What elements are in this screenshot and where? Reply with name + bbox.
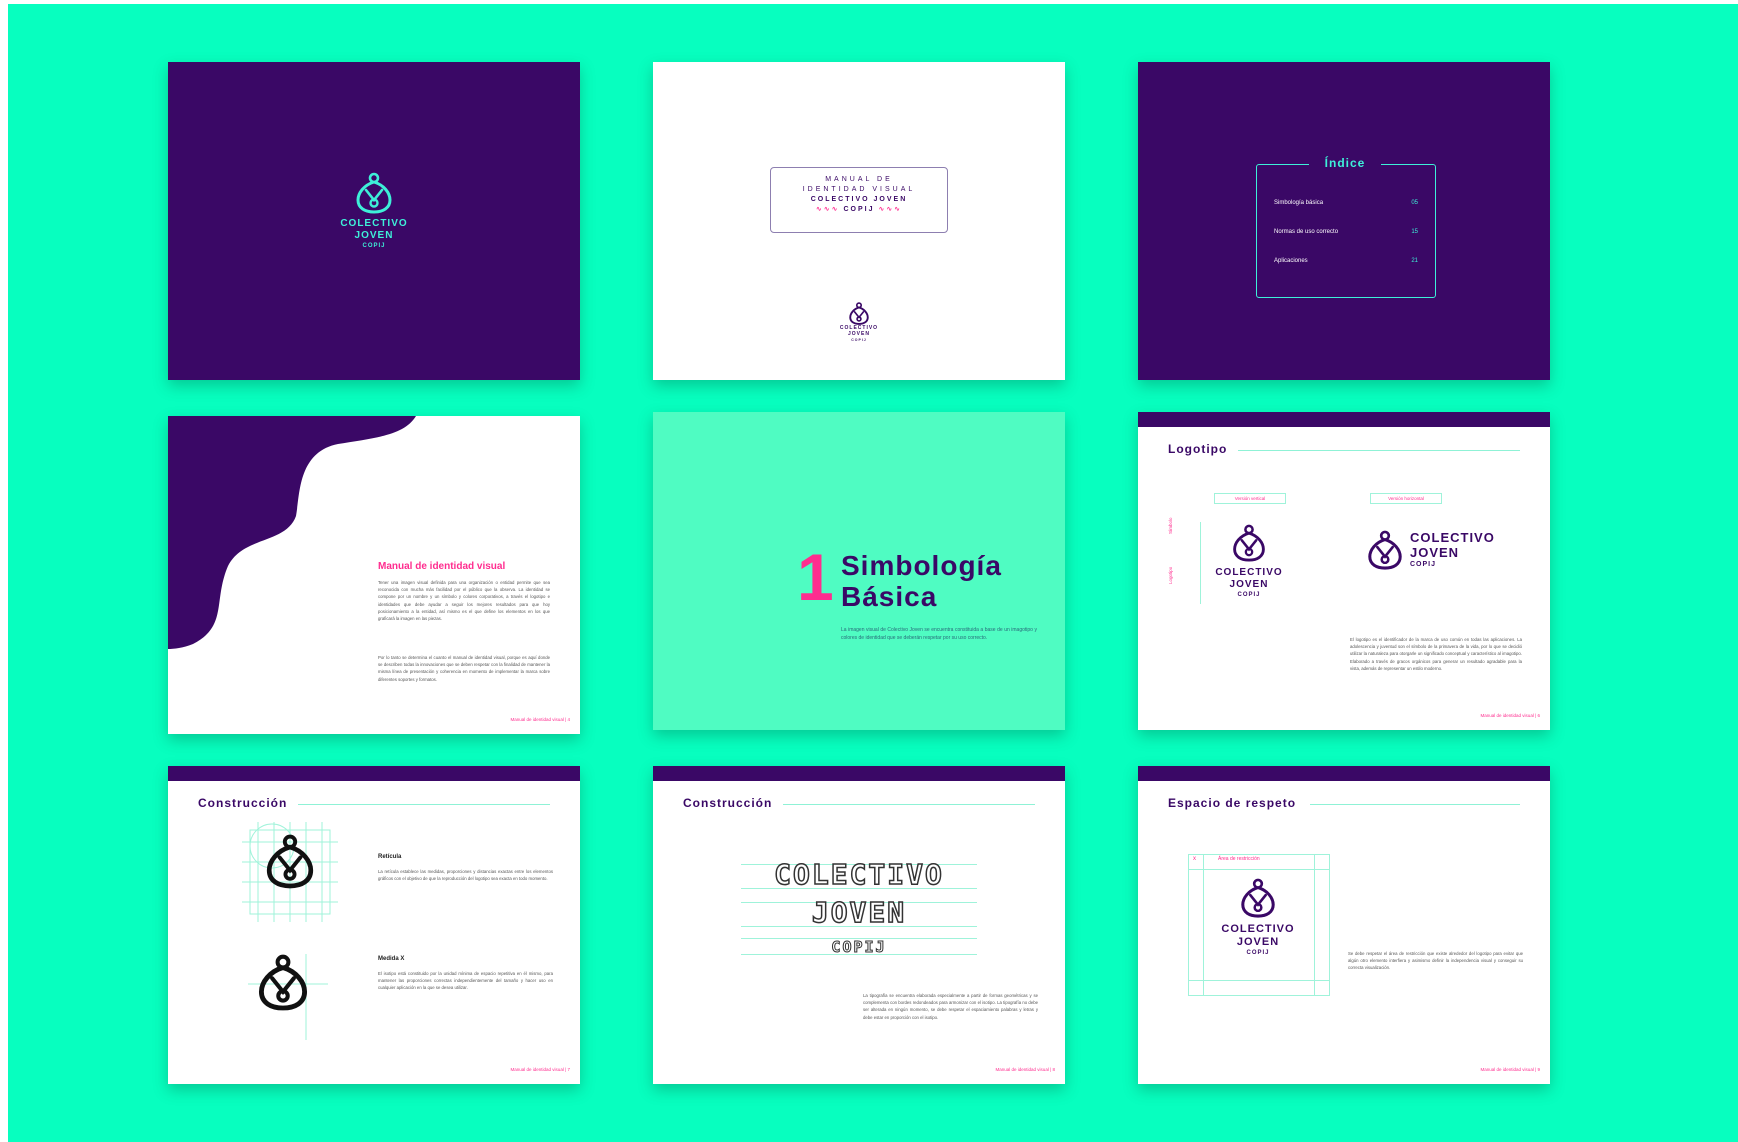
page-footer: Manual de identidad visual | 4 bbox=[510, 717, 570, 722]
section-rule bbox=[298, 804, 550, 805]
section-rule bbox=[1310, 804, 1520, 805]
page-footer: Manual de identidad visual | 8 bbox=[995, 1067, 1055, 1072]
title-line-4: COPIJ bbox=[843, 206, 875, 213]
slide-title: MANUAL DE IDENTIDAD VISUAL COLECTIVO JOV… bbox=[653, 62, 1065, 380]
respeto-body: Se debe respetar el área de restricción … bbox=[1348, 951, 1523, 971]
index-item-page: 21 bbox=[1411, 258, 1418, 264]
title-small-logo: COLECTIVO JOVEN COPIJ bbox=[834, 302, 884, 342]
slide-top-bar bbox=[168, 766, 580, 781]
logo-word-colectivo: COLECTIVO bbox=[1410, 530, 1495, 546]
label-vertical: Versión vertical bbox=[1214, 493, 1286, 504]
logo-word-copij: COPIJ bbox=[1237, 592, 1261, 598]
grid-construction-icon bbox=[242, 822, 338, 922]
logo-word-joven: JOVEN bbox=[354, 229, 394, 241]
drop-figure-icon bbox=[1233, 524, 1265, 562]
reticula-heading: Retícula bbox=[378, 854, 402, 860]
slide-construccion-type: Construcción COLECTIVO JOVEN COPIJ La ti… bbox=[653, 766, 1065, 1084]
page-footer: Manual de identidad visual | 9 bbox=[1480, 1067, 1540, 1072]
logo-horizontal: COLECTIVO JOVEN COPIJ bbox=[1366, 530, 1526, 570]
logo-word-copij: COPIJ bbox=[1246, 950, 1270, 957]
title-line-3: COLECTIVO JOVEN bbox=[810, 196, 908, 203]
intro-paragraph-1: Tener una imagen visual definida para un… bbox=[378, 580, 550, 622]
logotipo-body: El logotipo es el identificador de la ma… bbox=[1350, 637, 1522, 671]
intro-title: Manual de identidad visual bbox=[378, 561, 506, 572]
label-horizontal: Versión horizontal bbox=[1370, 493, 1442, 504]
wave-shape bbox=[168, 416, 416, 649]
chapter-title-1: Simbología bbox=[841, 550, 1002, 581]
logo-word-joven: JOVEN bbox=[1236, 935, 1280, 948]
section-rule bbox=[783, 804, 1035, 805]
reticula-body: La retícula establece las medidas, propo… bbox=[378, 869, 553, 882]
restriction-label: Área de restricción bbox=[1218, 856, 1260, 862]
section-title: Logotipo bbox=[1168, 442, 1228, 456]
page-footer: Manual de identidad visual | 6 bbox=[1480, 713, 1540, 718]
index-item[interactable]: Simbología básica 05 bbox=[1274, 200, 1418, 206]
side-label-symbol: Símbolo bbox=[1168, 517, 1173, 534]
slide-cover: COLECTIVO JOVEN COPIJ bbox=[168, 62, 580, 380]
construccion-type-body: La tipografía se encuentra elaborada esp… bbox=[863, 993, 1038, 1020]
cover-logo: COLECTIVO JOVEN COPIJ bbox=[314, 172, 434, 250]
logo-word-colectivo: COLECTIVO bbox=[1215, 567, 1283, 578]
slide-logotipo: Logotipo Versión vertical Versión horizo… bbox=[1138, 412, 1550, 730]
slide-index: Índice Simbología básica 05 Normas de us… bbox=[1138, 62, 1550, 380]
drop-figure-icon bbox=[1241, 878, 1275, 918]
measure-x-icon bbox=[248, 954, 328, 1040]
slide-top-bar bbox=[653, 766, 1065, 781]
slide-espacio-respeto: Espacio de respeto x Área de restricción… bbox=[1138, 766, 1550, 1084]
side-rule bbox=[1200, 522, 1201, 604]
logo-word-colectivo: COLECTIVO bbox=[340, 218, 408, 229]
section-title: Construcción bbox=[683, 796, 773, 810]
slide-chapter: 1 Simbología Básica La imagen visual de … bbox=[653, 412, 1065, 730]
drop-figure-icon bbox=[1368, 530, 1402, 570]
mockup-background: COLECTIVO JOVEN COPIJ MANUAL DE IDENTIDA… bbox=[8, 4, 1738, 1142]
chapter-body: La imagen visual de Colectivo Joven se e… bbox=[841, 627, 1037, 641]
index-item-page: 15 bbox=[1411, 229, 1418, 235]
slide-intro: Manual de identidad visual Tener una ima… bbox=[168, 416, 580, 734]
slide-top-bar bbox=[1138, 766, 1550, 781]
chapter-title-2: Básica bbox=[841, 581, 938, 612]
wave-left-icon: ∿∿∿ bbox=[815, 206, 840, 213]
section-rule bbox=[1238, 450, 1520, 451]
index-item-page: 05 bbox=[1411, 200, 1418, 206]
logo-word-copij: COPIJ bbox=[362, 243, 386, 249]
logo-word-joven: JOVEN bbox=[1229, 578, 1269, 590]
index-item[interactable]: Normas de uso correcto 15 bbox=[1274, 229, 1418, 235]
title-line-2: IDENTIDAD VISUAL bbox=[802, 186, 916, 193]
logo-word-joven: JOVEN bbox=[1410, 544, 1460, 560]
index-title: Índice bbox=[1309, 156, 1381, 170]
medida-heading: Medida X bbox=[378, 956, 405, 962]
section-title: Construcción bbox=[198, 796, 288, 810]
page-footer: Manual de identidad visual | 7 bbox=[510, 1067, 570, 1072]
logo-word-copij: COPIJ bbox=[851, 337, 867, 342]
section-title: Espacio de respeto bbox=[1168, 796, 1297, 810]
restriction-marker: x bbox=[1193, 856, 1196, 862]
logo-respeto: COLECTIVO JOVEN COPIJ bbox=[1210, 878, 1306, 957]
medida-body: El isotipo está constituido por la unida… bbox=[378, 971, 553, 991]
drop-figure-icon bbox=[356, 172, 392, 214]
slide-construccion-grid: Construcción Retícula La retícula establ… bbox=[168, 766, 580, 1084]
type-word-joven: JOVEN bbox=[811, 895, 907, 930]
index-item-label: Normas de uso correcto bbox=[1274, 229, 1339, 235]
logo-word-colectivo: COLECTIVO bbox=[1221, 923, 1295, 935]
index-list: Simbología básica 05 Normas de uso corre… bbox=[1274, 200, 1418, 264]
chapter-number: 1 bbox=[797, 540, 834, 614]
slide-top-bar bbox=[1138, 412, 1550, 427]
type-word-colectivo: COLECTIVO bbox=[773, 857, 944, 892]
side-label-logotype: Logotipo bbox=[1168, 566, 1173, 584]
type-word-copij: COPIJ bbox=[831, 938, 887, 957]
title-line-1: MANUAL DE bbox=[825, 176, 893, 183]
logo-word-copij: COPIJ bbox=[1410, 560, 1437, 568]
wave-right-icon: ∿∿∿ bbox=[878, 206, 903, 213]
logo-vertical: COLECTIVO JOVEN COPIJ bbox=[1206, 524, 1292, 599]
intro-paragraph-2: Por lo tanto se determina el cuanto el m… bbox=[378, 655, 550, 682]
title-frame: MANUAL DE IDENTIDAD VISUAL COLECTIVO JOV… bbox=[770, 167, 948, 233]
drop-figure-icon bbox=[849, 302, 869, 325]
index-item[interactable]: Aplicaciones 21 bbox=[1274, 258, 1418, 264]
index-item-label: Simbología básica bbox=[1274, 200, 1324, 206]
index-item-label: Aplicaciones bbox=[1274, 258, 1308, 264]
